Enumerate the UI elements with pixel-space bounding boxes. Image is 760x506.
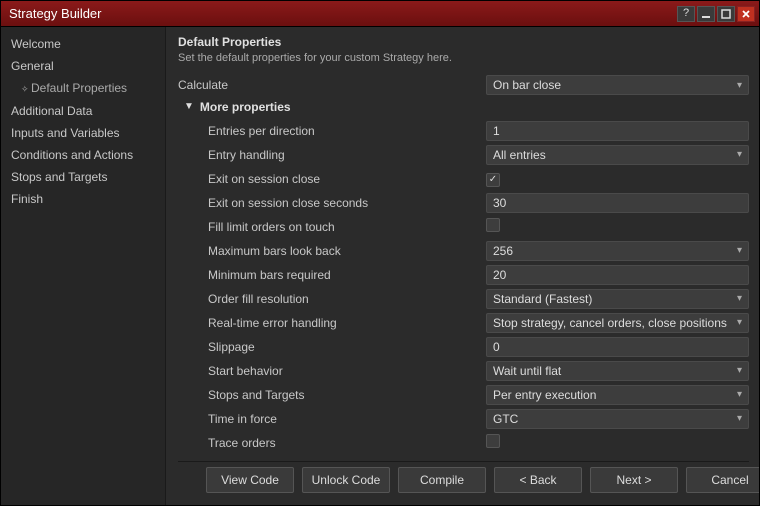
fill-limit-orders-on-touch-checkbox[interactable]	[486, 218, 500, 232]
order-fill-resolution-label: Order fill resolution	[178, 292, 478, 306]
help-button[interactable]: ?	[677, 6, 695, 22]
more-properties-label: More properties	[200, 100, 291, 114]
sidebar-item-welcome[interactable]: Welcome	[1, 33, 165, 55]
fill-limit-orders-on-touch-label: Fill limit orders on touch	[178, 220, 478, 234]
chevron-down-icon: ▾	[737, 245, 742, 256]
sidebar-item-general[interactable]: General	[1, 55, 165, 77]
more-properties-toggle[interactable]: ▼ More properties	[178, 97, 749, 119]
sidebar-item-additional-data[interactable]: Additional Data	[1, 100, 165, 122]
view-code-button[interactable]: View Code	[206, 467, 294, 493]
page-subtitle: Set the default properties for your cust…	[178, 52, 749, 64]
sidebar-item-inputs-and-variables[interactable]: Inputs and Variables	[1, 122, 165, 144]
sidebar-item-conditions-and-actions[interactable]: Conditions and Actions	[1, 144, 165, 166]
sidebar-item-label: Default Properties	[31, 81, 127, 95]
sidebar-item-finish[interactable]: Finish	[1, 188, 165, 210]
chevron-down-icon: ▾	[737, 317, 742, 328]
stops-and-targets-select[interactable]: Per entry execution▾	[486, 385, 749, 405]
minimum-bars-required-input[interactable]: 20	[486, 265, 749, 285]
sidebar: Welcome General ✧Default Properties Addi…	[1, 27, 166, 505]
chevron-down-icon: ▾	[737, 365, 742, 376]
chevron-down-icon: ▾	[737, 413, 742, 424]
start-behavior-label: Start behavior	[178, 364, 478, 378]
main-panel: Default Properties Set the default prope…	[166, 27, 759, 505]
window-title: Strategy Builder	[9, 6, 102, 21]
entry-handling-label: Entry handling	[178, 148, 478, 162]
chevron-down-icon: ▾	[737, 389, 742, 400]
maximize-icon	[721, 9, 731, 19]
sidebar-item-default-properties[interactable]: ✧Default Properties	[1, 77, 165, 100]
body: Welcome General ✧Default Properties Addi…	[1, 27, 759, 505]
strategy-builder-window: Strategy Builder ? Welcome General ✧Defa…	[0, 0, 760, 506]
realtime-error-handling-label: Real-time error handling	[178, 316, 478, 330]
time-in-force-label: Time in force	[178, 412, 478, 426]
unlock-code-button[interactable]: Unlock Code	[302, 467, 390, 493]
entries-per-direction-label: Entries per direction	[178, 124, 478, 138]
calculate-select[interactable]: On bar close ▾	[486, 75, 749, 95]
row-calculate: Calculate On bar close ▾	[178, 74, 749, 97]
next-button[interactable]: Next >	[590, 467, 678, 493]
exit-on-session-close-seconds-label: Exit on session close seconds	[178, 196, 478, 210]
diamond-icon: ✧	[21, 81, 31, 97]
exit-on-session-close-label: Exit on session close	[178, 172, 478, 186]
order-fill-resolution-select[interactable]: Standard (Fastest)▾	[486, 289, 749, 309]
window-buttons: ?	[677, 6, 755, 22]
chevron-down-icon: ▾	[737, 293, 742, 304]
exit-on-session-close-checkbox[interactable]: ✓	[486, 173, 500, 187]
slippage-input[interactable]: 0	[486, 337, 749, 357]
stops-and-targets-label: Stops and Targets	[178, 388, 478, 402]
minimize-button[interactable]	[697, 6, 715, 22]
minimize-icon	[701, 9, 711, 19]
start-behavior-select[interactable]: Wait until flat▾	[486, 361, 749, 381]
maximum-bars-look-back-label: Maximum bars look back	[178, 244, 478, 258]
form-area: Entries per direction 1 Entry handling All…	[178, 119, 749, 455]
footer: View Code Unlock Code Compile < Back Nex…	[178, 461, 749, 499]
calculate-value: On bar close	[493, 78, 561, 92]
trace-orders-label: Trace orders	[178, 436, 478, 450]
entry-handling-select[interactable]: All entries▾	[486, 145, 749, 165]
time-in-force-select[interactable]: GTC▾	[486, 409, 749, 429]
sidebar-item-stops-and-targets[interactable]: Stops and Targets	[1, 166, 165, 188]
maximum-bars-look-back-select[interactable]: 256▾	[486, 241, 749, 261]
cancel-button[interactable]: Cancel	[686, 467, 759, 493]
chevron-down-icon: ▾	[737, 80, 742, 91]
chevron-down-icon: ▾	[737, 149, 742, 160]
entries-per-direction-input[interactable]: 1	[486, 121, 749, 141]
realtime-error-handling-select[interactable]: Stop strategy, cancel orders, close posi…	[486, 313, 749, 333]
calculate-label: Calculate	[178, 78, 478, 92]
titlebar: Strategy Builder ?	[1, 1, 759, 27]
minimum-bars-required-label: Minimum bars required	[178, 268, 478, 282]
close-button[interactable]	[737, 6, 755, 22]
slippage-label: Slippage	[178, 340, 478, 354]
collapse-arrow-icon: ▼	[184, 101, 194, 112]
back-button[interactable]: < Back	[494, 467, 582, 493]
trace-orders-checkbox[interactable]	[486, 434, 500, 448]
maximize-button[interactable]	[717, 6, 735, 22]
page-title: Default Properties	[178, 35, 749, 49]
close-icon	[741, 9, 751, 19]
exit-on-session-close-seconds-input[interactable]: 30	[486, 193, 749, 213]
compile-button[interactable]: Compile	[398, 467, 486, 493]
